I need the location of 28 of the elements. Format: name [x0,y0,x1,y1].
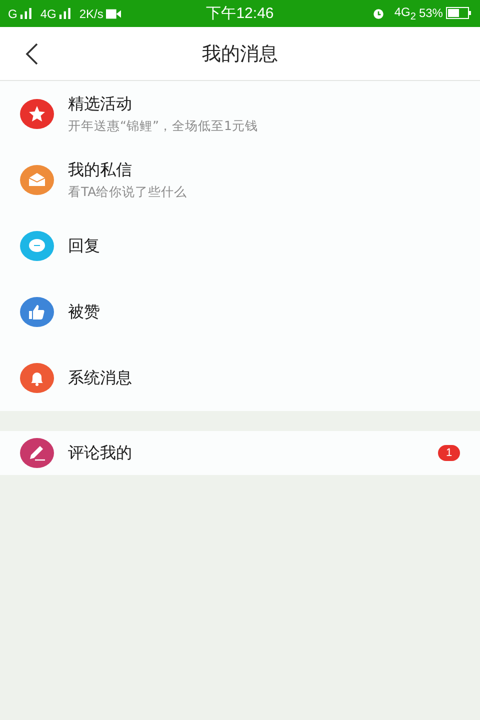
battery-label: 53% [418,6,443,20]
item-subtitle: 开年送惠“锦鲤”，全场低至1元钱 [68,118,258,134]
signal-icon [20,8,34,19]
item-title: 精选活动 [68,94,133,114]
carrier-label: G [8,6,18,20]
battery-icon [446,7,472,20]
menu-item[interactable]: 回复 [0,213,480,279]
menu-item[interactable]: 精选活动 开年送惠“锦鲤”，全场低至1元钱 [0,81,480,147]
menu-item[interactable]: 系统消息 [0,345,480,411]
network-label: 4G$_{2}$ [394,4,416,22]
back-icon[interactable] [25,43,39,65]
item-title: 评论我的 [68,442,132,464]
carrier-label: 4G [40,6,56,20]
signal-icon [59,8,74,19]
menu-item[interactable]: 我的私信 看TA给你说了些什么 [0,147,480,213]
item-title: 被赞 [68,302,100,322]
unread-count: 1 [438,445,460,461]
item-subtitle: 看TA给你说了些什么 [68,184,188,200]
clock: 下午12:46 [206,4,274,23]
page-title: 我的消息 [202,42,278,66]
menu-item[interactable]: 评论我的 1 [0,431,480,475]
item-title: 我的私信 [68,160,133,180]
item-title: 回复 [68,236,100,256]
speed-label: 2K/s [79,6,104,20]
camera-icon [106,8,122,18]
item-title: 系统消息 [68,368,132,388]
alarm-icon [372,6,386,20]
menu-item[interactable]: 被赞 [0,279,480,345]
